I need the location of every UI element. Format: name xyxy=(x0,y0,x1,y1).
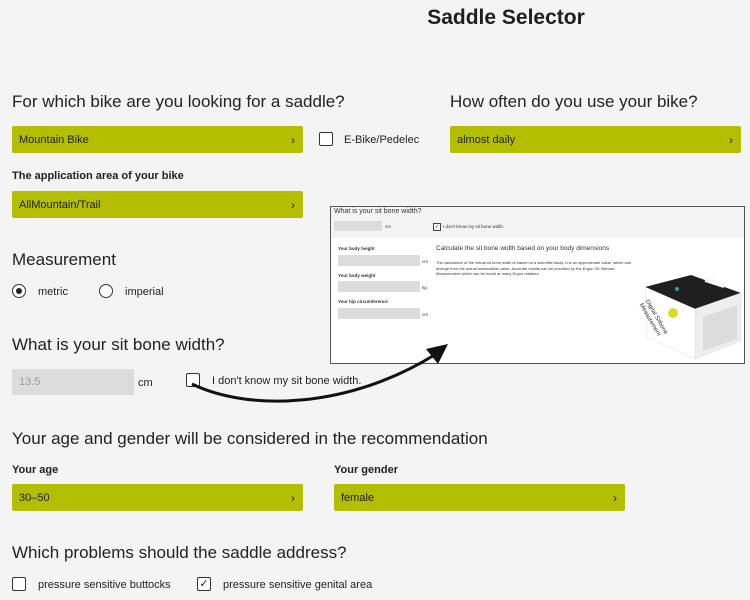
genital-checkbox[interactable]: ✓ xyxy=(197,577,211,591)
preview-weight-input xyxy=(338,281,420,292)
ebike-checkbox[interactable] xyxy=(319,132,333,146)
preview-height-label: Your body height xyxy=(338,246,375,251)
age-label: Your age xyxy=(12,464,59,476)
imperial-label: imperial xyxy=(125,286,164,298)
metric-label: metric xyxy=(38,286,68,298)
preview-question: What is your sit bone width? xyxy=(334,208,422,215)
chevron-right-icon: › xyxy=(291,197,295,212)
bike-type-select[interactable]: Mountain Bike › xyxy=(12,126,303,153)
application-label: The application area of your bike xyxy=(12,170,184,182)
preview-height-input xyxy=(338,255,420,266)
usage-question: How often do you use your bike? xyxy=(450,92,698,111)
gender-label: Your gender xyxy=(334,464,398,476)
gender-select[interactable]: female › xyxy=(334,484,625,511)
gender-value: female xyxy=(341,491,375,504)
metric-radio[interactable] xyxy=(12,284,26,298)
preview-height-unit: cm xyxy=(422,259,428,264)
check-icon: ✓ xyxy=(199,577,209,590)
preview-sitbone-input xyxy=(334,221,382,231)
preview-calc-text: The calculation of the virtual sit bone … xyxy=(436,260,631,276)
age-gender-heading: Your age and gender will be considered i… xyxy=(12,429,488,448)
application-select[interactable]: AllMountain/Trail › xyxy=(12,191,303,218)
preview-check-icon: ✓ xyxy=(433,223,441,231)
bike-question: For which bike are you looking for a sad… xyxy=(12,92,345,111)
sitbone-unit: cm xyxy=(138,377,153,389)
chevron-right-icon: › xyxy=(291,490,295,505)
ebike-label: E-Bike/Pedelec xyxy=(344,134,420,146)
chevron-right-icon: › xyxy=(613,490,617,505)
problems-question: Which problems should the saddle address… xyxy=(12,543,347,562)
buttocks-label: pressure sensitive buttocks xyxy=(38,579,171,591)
chevron-right-icon: › xyxy=(729,132,733,147)
preview-unknown-label: I don't know my sit bone width. xyxy=(443,224,505,229)
preview-unit: cm xyxy=(385,224,391,229)
preview-weight-label: Your body weight xyxy=(338,273,376,278)
bike-type-value: Mountain Bike xyxy=(19,133,89,146)
sitbone-measurement-device-image xyxy=(644,275,742,360)
usage-select[interactable]: almost daily › xyxy=(450,126,741,153)
preview-hip-input xyxy=(338,308,420,319)
preview-calc-title: Calculate the sit bone width based on yo… xyxy=(436,245,610,252)
buttocks-checkbox[interactable] xyxy=(12,577,26,591)
usage-value: almost daily xyxy=(457,133,516,146)
age-select[interactable]: 30–50 › xyxy=(12,484,303,511)
preview-hip-unit: cm xyxy=(422,312,428,317)
imperial-radio[interactable] xyxy=(99,284,113,298)
measurement-heading: Measurement xyxy=(12,250,116,269)
genital-label: pressure sensitive genital area xyxy=(223,579,373,591)
chevron-right-icon: › xyxy=(291,132,295,147)
age-value: 30–50 xyxy=(19,491,50,504)
arrow-icon xyxy=(191,344,448,403)
sitbone-input[interactable]: 13.5 xyxy=(12,369,134,395)
page-title: Saddle Selector xyxy=(427,6,585,29)
preview-weight-unit: kg xyxy=(422,285,427,290)
preview-hip-label: Your hip circumference xyxy=(338,299,388,304)
application-value: AllMountain/Trail xyxy=(19,198,101,211)
